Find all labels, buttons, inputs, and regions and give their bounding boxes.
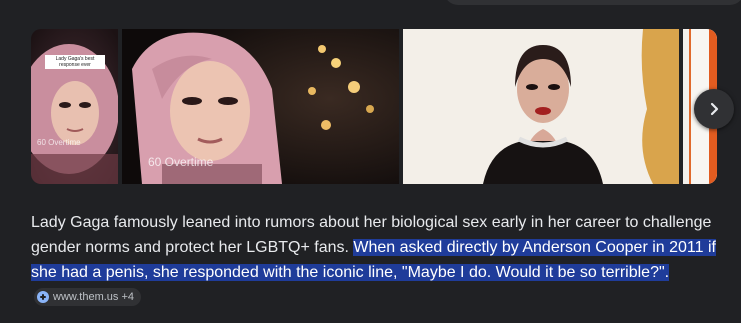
carousel-next-button[interactable] (694, 89, 734, 129)
carousel-image-2[interactable]: 60 Overtime (122, 29, 399, 184)
carousel-image-1[interactable]: Lady Gaga's best response ever 60 Overti… (31, 29, 118, 184)
portrait-thumbnail-1 (31, 29, 118, 184)
source-link-chip[interactable]: www.them.us +4 (34, 288, 142, 306)
site-favicon-icon (37, 291, 49, 303)
image-carousel: Lady Gaga's best response ever 60 Overti… (31, 29, 717, 184)
ai-overview-answer: Lady Gaga famously leaned into rumors ab… (31, 210, 721, 310)
chevron-right-icon (710, 102, 719, 116)
ai-overview-panel: Lady Gaga's best response ever 60 Overti… (0, 0, 741, 323)
portrait-thumbnail-3 (403, 29, 679, 184)
search-bar-edge[interactable] (444, 0, 741, 5)
thumbnail-caption: Lady Gaga's best response ever (45, 55, 105, 69)
source-link-label: www.them.us +4 (53, 291, 135, 303)
watermark: 60 Overtime (148, 155, 214, 169)
watermark: 60 Overtime (37, 138, 81, 147)
carousel-image-3[interactable] (403, 29, 679, 184)
